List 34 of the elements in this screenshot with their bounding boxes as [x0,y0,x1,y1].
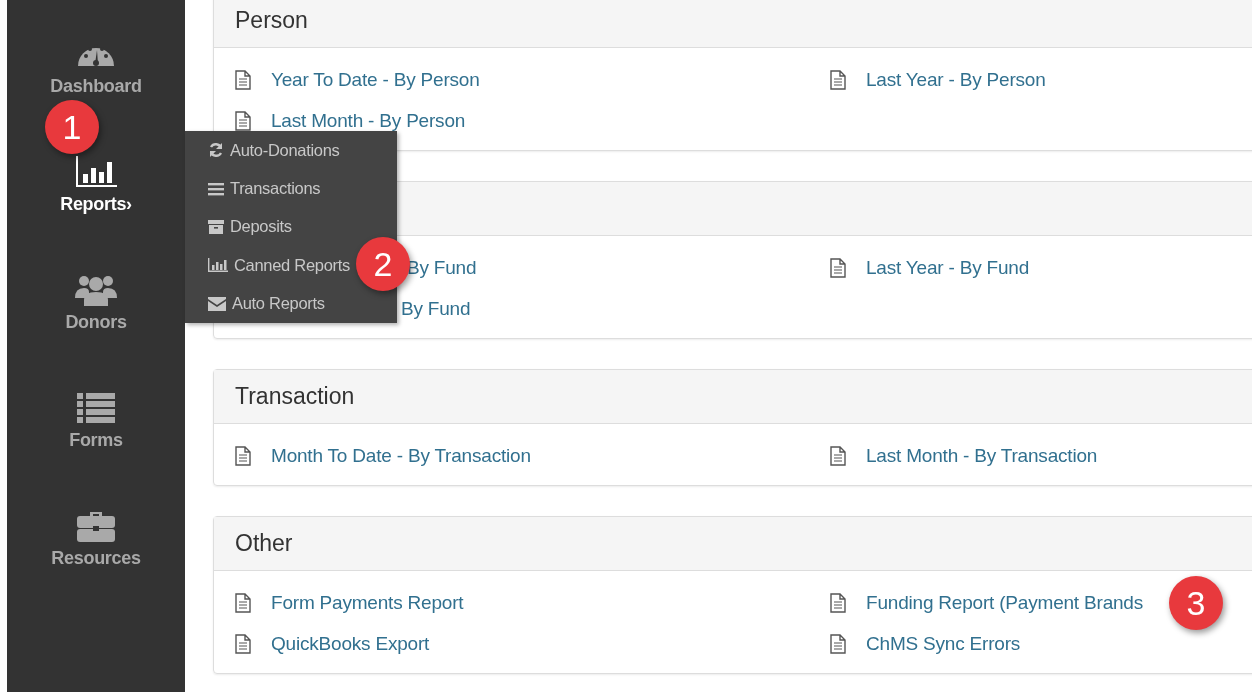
envelope-icon [208,296,226,311]
report-link[interactable]: Year To Date - By Person [271,68,480,91]
report-link[interactable]: Form Payments Report [271,591,464,614]
menu-item[interactable]: Deposits [208,207,292,247]
sidebar-item[interactable]: Resources [51,548,141,569]
step-badge: 3 [1169,576,1223,630]
report-link[interactable]: Last Year - By Person [866,68,1046,91]
archive-icon [208,218,224,235]
bar-chart-icon [208,258,228,273]
bar-chart-icon [75,156,117,188]
menu-icon [208,181,224,196]
report-link[interactable]: Last Month - By Person [271,109,466,132]
list-icon [77,392,115,424]
briefcase-icon [77,510,115,542]
sidebar-item[interactable]: Dashboard [50,76,142,97]
report-link[interactable]: Funding Report (Payment Brands [866,591,1144,614]
refresh-icon [208,142,224,159]
sidebar-item[interactable]: Donors [65,312,127,333]
panel-title: Person [235,7,308,34]
panel-title: Other [235,530,293,557]
users-icon [75,274,117,306]
menu-item[interactable]: Canned Reports [208,246,350,285]
menu-item[interactable]: Transactions [208,169,321,208]
sidebar-item[interactable]: Reports› [60,194,132,215]
report-link[interactable]: QuickBooks Export [271,632,430,655]
report-link[interactable]: Last Year - By Fund [866,256,1030,279]
sidebar-item[interactable]: Forms [69,430,123,451]
menu-item[interactable]: Auto Reports [208,284,325,323]
report-link[interactable]: Month To Date - By Transaction [271,444,531,467]
report-link[interactable]: Last Month - By Transaction [866,444,1098,467]
report-link[interactable]: By Fund [401,297,471,320]
menu-item[interactable]: Auto-Donations [208,131,340,170]
panel-title: Transaction [235,383,355,410]
report-link[interactable]: ChMS Sync Errors [866,632,1021,655]
